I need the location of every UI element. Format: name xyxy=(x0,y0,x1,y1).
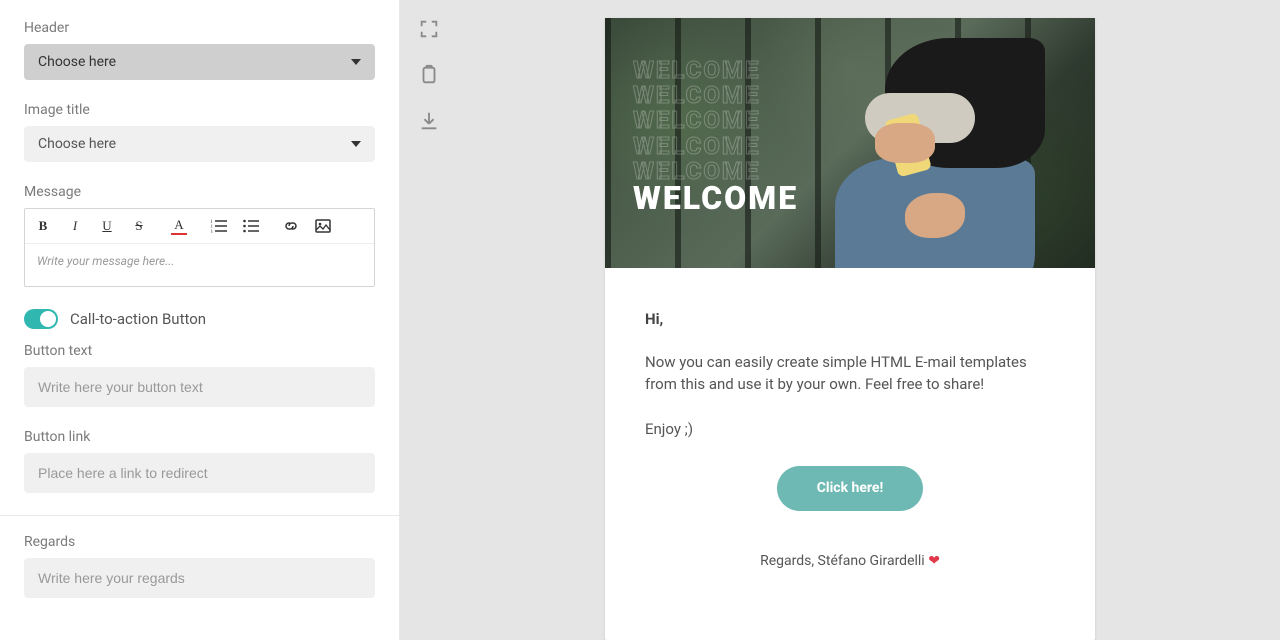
welcome-outline-3: WELCOME xyxy=(633,108,798,133)
cta-toggle[interactable] xyxy=(24,309,58,329)
heart-icon: ❤ xyxy=(928,553,940,569)
link-icon[interactable] xyxy=(283,219,299,233)
image-title-select[interactable]: Choose here xyxy=(24,126,375,162)
preview-canvas: WELCOME WELCOME WELCOME WELCOME WELCOME … xyxy=(460,0,1280,640)
download-icon[interactable] xyxy=(418,110,442,134)
ordered-list-icon[interactable]: 123 xyxy=(211,219,227,233)
welcome-outline-1: WELCOME xyxy=(633,58,798,83)
settings-sidebar: Header Choose here Image title Choose he… xyxy=(0,0,400,640)
welcome-solid: WELCOME xyxy=(633,182,798,214)
hero-person-illustration xyxy=(795,38,1015,268)
email-cta-wrap: Click here! xyxy=(645,466,1055,511)
message-textarea[interactable]: Write your message here... xyxy=(25,244,374,286)
bold-button[interactable]: B xyxy=(35,218,51,234)
message-editor: B I U S A 123 Write your message here... xyxy=(24,208,375,287)
underline-button[interactable]: U xyxy=(99,218,115,234)
email-regards: Regards, Stéfano Girardelli ❤ xyxy=(645,551,1055,572)
image-title-select-value: Choose here xyxy=(38,136,116,152)
button-text-label: Button text xyxy=(24,343,375,359)
cta-toggle-label: Call-to-action Button xyxy=(70,310,206,328)
strikethrough-button[interactable]: S xyxy=(131,218,147,234)
email-cta-button[interactable]: Click here! xyxy=(777,466,924,511)
message-label: Message xyxy=(24,184,375,200)
preview-tools xyxy=(400,0,460,640)
button-link-field: Button link xyxy=(24,429,375,493)
email-body: Hi, Now you can easily create simple HTM… xyxy=(605,268,1095,602)
email-greeting: Hi, xyxy=(645,308,1055,331)
button-link-label: Button link xyxy=(24,429,375,445)
email-message-2: Enjoy ;) xyxy=(645,418,1055,441)
text-color-button[interactable]: A xyxy=(171,217,187,235)
button-text-field: Button text xyxy=(24,343,375,407)
welcome-outline-4: WELCOME xyxy=(633,134,798,159)
image-icon[interactable] xyxy=(315,219,331,233)
image-title-field: Image title Choose here xyxy=(24,102,375,162)
email-message-1: Now you can easily create simple HTML E-… xyxy=(645,351,1055,396)
image-title-label: Image title xyxy=(24,102,375,118)
message-field: Message B I U S A 123 xyxy=(24,184,375,287)
clipboard-icon[interactable] xyxy=(418,64,442,88)
button-link-input[interactable] xyxy=(24,453,375,493)
preview-area: WELCOME WELCOME WELCOME WELCOME WELCOME … xyxy=(400,0,1280,640)
header-field: Header Choose here xyxy=(24,20,375,80)
email-preview: WELCOME WELCOME WELCOME WELCOME WELCOME … xyxy=(605,18,1095,640)
welcome-outline-2: WELCOME xyxy=(633,83,798,108)
fullscreen-icon[interactable] xyxy=(418,18,442,42)
hero-welcome-text: WELCOME WELCOME WELCOME WELCOME WELCOME … xyxy=(633,58,798,214)
header-select-value: Choose here xyxy=(38,54,116,70)
italic-button[interactable]: I xyxy=(67,218,83,234)
cta-toggle-row: Call-to-action Button xyxy=(24,309,375,329)
svg-text:3: 3 xyxy=(211,230,213,233)
header-select[interactable]: Choose here xyxy=(24,44,375,80)
header-label: Header xyxy=(24,20,375,36)
regards-input[interactable] xyxy=(24,558,375,598)
section-divider xyxy=(0,515,399,516)
regards-label: Regards xyxy=(24,534,375,550)
email-regards-text: Regards, Stéfano Girardelli xyxy=(760,553,925,569)
regards-field: Regards xyxy=(24,534,375,598)
chevron-down-icon xyxy=(351,141,361,147)
button-text-input[interactable] xyxy=(24,367,375,407)
email-hero: WELCOME WELCOME WELCOME WELCOME WELCOME … xyxy=(605,18,1095,268)
chevron-down-icon xyxy=(351,59,361,65)
unordered-list-icon[interactable] xyxy=(243,219,259,233)
rte-toolbar: B I U S A 123 xyxy=(25,209,374,244)
